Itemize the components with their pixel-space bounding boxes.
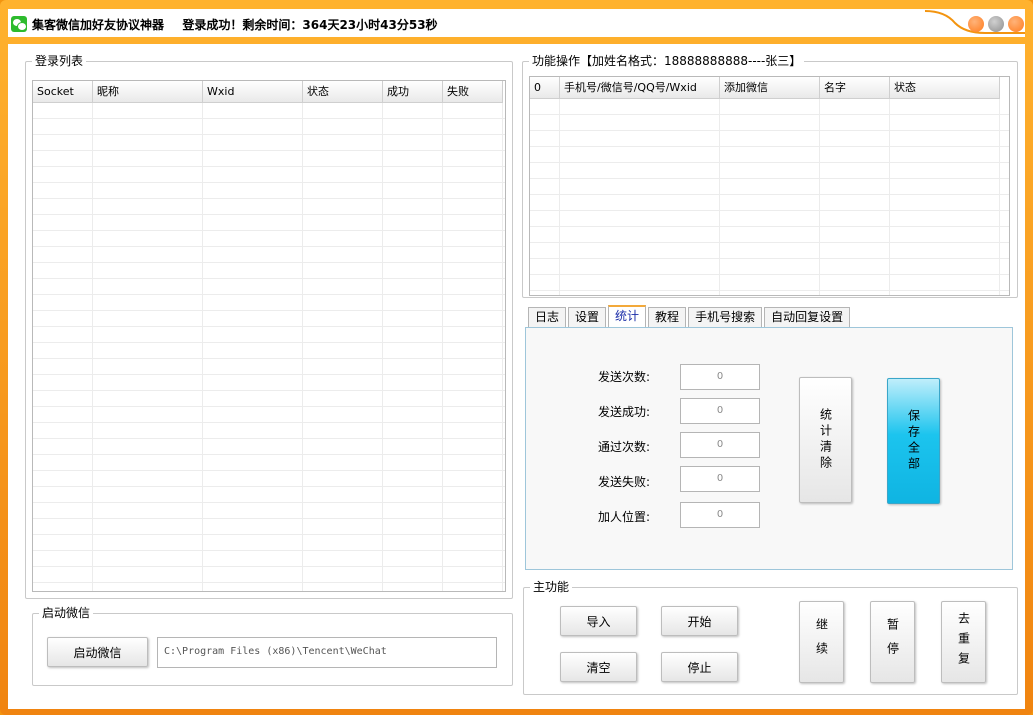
col-socket[interactable]: Socket xyxy=(33,81,93,103)
stat-value-position[interactable]: 0 xyxy=(680,502,760,528)
continue-button[interactable]: 继续 xyxy=(799,601,844,683)
main-function-label: 主功能 xyxy=(530,580,573,594)
grid-line xyxy=(202,103,203,591)
grid-line xyxy=(819,99,820,295)
app-window: 集客微信加好友协议神器 登录成功！剩余时间：364天23小时43分53秒 登录列… xyxy=(0,0,1033,715)
title-bar[interactable]: 集客微信加好友协议神器 登录成功！剩余时间：364天23小时43分53秒 xyxy=(0,0,1033,38)
stat-value-success[interactable]: 0 xyxy=(680,398,760,424)
clear-button[interactable]: 清空 xyxy=(560,652,637,682)
col-op-status[interactable]: 状态 xyxy=(890,77,1000,99)
grid-line xyxy=(92,103,93,591)
col-wxid[interactable]: Wxid xyxy=(203,81,303,103)
stats-panel: 发送次数: 0 发送成功: 0 通过次数: 0 发送失败: 0 加人位置: 0 … xyxy=(525,327,1013,570)
tab-log[interactable]: 日志 xyxy=(528,307,567,327)
launch-wechat-group: 启动微信 启动微信 C:\Program Files (x86)\Tencent… xyxy=(32,606,513,686)
function-ops-table[interactable]: 0 手机号/微信号/QQ号/Wxid 添加微信 名字 状态 xyxy=(529,76,1010,296)
function-ops-group: 功能操作【加姓名格式：18888888888----张三】 0 手机号/微信号/… xyxy=(522,54,1018,298)
dedupe-button[interactable]: 去重复 xyxy=(941,601,986,683)
grid-line xyxy=(999,99,1000,295)
stat-value-sent[interactable]: 0 xyxy=(680,364,760,390)
tab-settings[interactable]: 设置 xyxy=(568,307,607,327)
grid-line xyxy=(442,103,443,591)
col-index[interactable]: 0 xyxy=(530,77,560,99)
col-account[interactable]: 手机号/微信号/QQ号/Wxid xyxy=(560,77,720,99)
pause-button[interactable]: 暂停 xyxy=(870,601,915,683)
function-ops-label: 功能操作【加姓名格式：18888888888----张三】 xyxy=(529,54,805,68)
stat-label-sent: 发送次数: xyxy=(597,370,650,384)
launch-wechat-label: 启动微信 xyxy=(39,606,94,620)
login-list-header: Socket 昵称 Wxid 状态 成功 失败 xyxy=(33,81,503,103)
grid-line xyxy=(559,99,560,295)
launch-wechat-button[interactable]: 启动微信 xyxy=(47,637,148,667)
col-success[interactable]: 成功 xyxy=(383,81,443,103)
col-name[interactable]: 名字 xyxy=(820,77,890,99)
maximize-button[interactable] xyxy=(988,16,1004,32)
stop-button[interactable]: 停止 xyxy=(661,652,738,682)
col-add-wechat[interactable]: 添加微信 xyxy=(720,77,820,99)
login-list-label: 登录列表 xyxy=(32,54,87,68)
login-list-rows[interactable] xyxy=(33,103,505,591)
import-button[interactable]: 导入 xyxy=(560,606,637,636)
col-nickname[interactable]: 昵称 xyxy=(93,81,203,103)
close-button[interactable] xyxy=(1008,16,1024,32)
login-status: 登录成功！剩余时间：364天23小时43分53秒 xyxy=(182,18,438,32)
wechat-icon xyxy=(11,16,27,32)
col-status[interactable]: 状态 xyxy=(303,81,383,103)
tab-tutorial[interactable]: 教程 xyxy=(648,307,687,327)
stat-label-passed: 通过次数: xyxy=(597,440,650,454)
tab-strip: 日志 设置 统计 教程 手机号搜索 自动回复设置 xyxy=(528,305,852,327)
window-title: 集客微信加好友协议神器 xyxy=(32,18,165,32)
stats-clear-button[interactable]: 统计清除 xyxy=(799,377,852,503)
grid-line xyxy=(502,103,503,591)
stat-label-failed: 发送失败: xyxy=(597,475,650,489)
login-list-group: 登录列表 Socket 昵称 Wxid 状态 成功 失败 xyxy=(25,54,513,599)
save-all-button[interactable]: 保存全部 xyxy=(887,378,940,504)
wechat-path-field[interactable]: C:\Program Files (x86)\Tencent\WeChat xyxy=(157,637,497,668)
tab-auto-reply[interactable]: 自动回复设置 xyxy=(764,307,851,327)
function-ops-header: 0 手机号/微信号/QQ号/Wxid 添加微信 名字 状态 xyxy=(530,77,1000,99)
grid-line xyxy=(889,99,890,295)
grid-line xyxy=(382,103,383,591)
main-function-group: 主功能 导入 开始 清空 停止 继续 暂停 去重复 xyxy=(523,580,1018,695)
tab-phone-search[interactable]: 手机号搜索 xyxy=(688,307,763,327)
minimize-button[interactable] xyxy=(968,16,984,32)
stat-value-failed[interactable]: 0 xyxy=(680,466,760,492)
grid-line xyxy=(302,103,303,591)
login-list-table[interactable]: Socket 昵称 Wxid 状态 成功 失败 xyxy=(32,80,506,592)
tab-stats[interactable]: 统计 xyxy=(608,305,647,327)
stat-label-position: 加人位置: xyxy=(597,510,650,524)
col-fail[interactable]: 失败 xyxy=(443,81,503,103)
function-ops-rows[interactable] xyxy=(530,99,1009,295)
stat-label-success: 发送成功: xyxy=(597,405,650,419)
grid-line xyxy=(719,99,720,295)
stat-value-passed[interactable]: 0 xyxy=(680,432,760,458)
client-area: 登录列表 Socket 昵称 Wxid 状态 成功 失败 启动微信 启动微信 C… xyxy=(8,44,1025,709)
start-button[interactable]: 开始 xyxy=(661,606,738,636)
